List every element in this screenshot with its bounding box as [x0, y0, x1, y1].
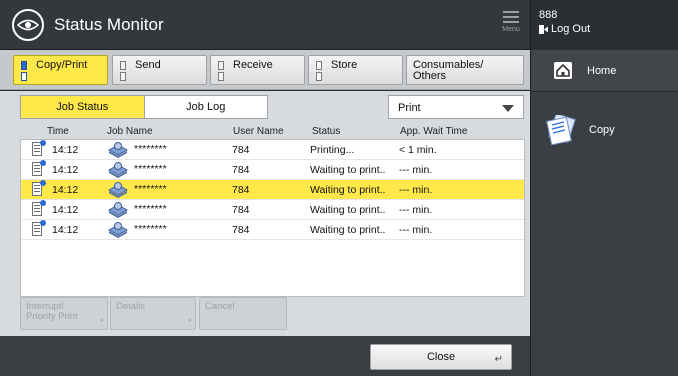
user-id: 888 — [539, 9, 558, 21]
tab-store[interactable]: Store — [308, 55, 403, 85]
tab-consumables-others[interactable]: Consumables/ Others — [406, 55, 524, 85]
row-time: 14:12 — [52, 204, 79, 216]
row-user-name: 784 — [232, 204, 250, 216]
close-button[interactable]: Close ↵ — [370, 344, 512, 370]
tab-job-status[interactable]: Job Status — [21, 96, 144, 118]
row-user-name: 784 — [232, 224, 250, 236]
table-row-selected[interactable]: 14:12 ******** 784 Waiting to print.. --… — [21, 180, 524, 200]
menu-button[interactable]: Menu — [496, 8, 526, 42]
row-status: Waiting to print.. — [310, 224, 386, 236]
category-tabs: Copy/Print Send Receive Store Consumable… — [0, 50, 530, 90]
home-button[interactable]: Home — [531, 50, 678, 92]
menu-label: Menu — [502, 26, 520, 33]
row-user-name: 784 — [232, 144, 250, 156]
row-time: 14:12 — [52, 184, 79, 196]
print-job-icon — [32, 140, 46, 157]
print-job-icon — [32, 160, 46, 177]
tab-label: Store — [331, 59, 358, 71]
job-table: 14:12 ******** 784 Printing... < 1 min. … — [20, 139, 525, 297]
table-header: Time Job Name User Name Status App. Wait… — [20, 124, 525, 139]
view-tabs: Job Status Job Log — [20, 95, 268, 119]
tab-copy-print[interactable]: Copy/Print — [13, 55, 108, 85]
table-row[interactable]: 14:12 ******** 784 Waiting to print.. --… — [21, 160, 524, 180]
row-status: Waiting to print.. — [310, 184, 386, 196]
sidebar: 888 Log Out Home Copy — [530, 0, 678, 376]
user-job-icon — [108, 222, 128, 238]
enter-arrow-icon: ↵ — [494, 354, 503, 365]
status-indicator-icon — [21, 61, 27, 81]
user-job-icon — [108, 142, 128, 158]
more-arrow-icon: ▸ — [188, 317, 192, 324]
column-time: Time — [47, 126, 69, 137]
row-wait-time: --- min. — [399, 184, 433, 196]
tab-label: Copy/Print — [36, 59, 88, 71]
tab-job-log[interactable]: Job Log — [143, 96, 267, 118]
logout-button[interactable]: Log Out — [539, 23, 590, 35]
status-indicator-icon — [316, 61, 322, 81]
column-job-name: Job Name — [107, 126, 153, 137]
row-job-name: ******** — [134, 163, 167, 175]
print-job-icon — [32, 220, 46, 237]
user-job-icon — [108, 202, 128, 218]
tab-label: Send — [135, 59, 161, 71]
row-time: 14:12 — [52, 144, 79, 156]
tab-receive[interactable]: Receive — [210, 55, 305, 85]
row-job-name: ******** — [134, 203, 167, 215]
row-wait-time: --- min. — [399, 224, 433, 236]
table-row[interactable]: 14:12 ******** 784 Waiting to print.. --… — [21, 200, 524, 220]
copy-icon — [546, 112, 576, 146]
row-wait-time: --- min. — [399, 164, 433, 176]
status-indicator-icon — [218, 61, 224, 81]
user-job-icon — [108, 162, 128, 178]
dropdown-value: Print — [398, 102, 421, 114]
chevron-down-icon — [502, 105, 514, 112]
print-job-icon — [32, 180, 46, 197]
row-wait-time: --- min. — [399, 204, 433, 216]
row-wait-time: < 1 min. — [399, 144, 437, 156]
user-job-icon — [108, 182, 128, 198]
cancel-button[interactable]: Cancel — [199, 297, 287, 330]
tab-send[interactable]: Send — [112, 55, 207, 85]
column-user-name: User Name — [233, 126, 284, 137]
row-time: 14:12 — [52, 224, 79, 236]
table-row[interactable]: 14:12 ******** 784 Waiting to print.. --… — [21, 220, 524, 240]
row-job-name: ******** — [134, 223, 167, 235]
job-type-dropdown[interactable]: Print — [388, 95, 524, 119]
details-button[interactable]: Details ▸ — [110, 297, 196, 330]
interrupt-priority-print-button[interactable]: Interrupt/ Priority Print ▸ — [20, 297, 108, 330]
hamburger-icon — [503, 11, 519, 23]
user-info: 888 Log Out — [531, 0, 678, 50]
job-panel: Job Status Job Log Print Time Job Name U… — [0, 91, 530, 336]
home-icon — [554, 62, 572, 79]
row-status: Waiting to print.. — [310, 164, 386, 176]
logout-icon — [539, 24, 548, 34]
row-status: Waiting to print.. — [310, 204, 386, 216]
table-row[interactable]: 14:12 ******** 784 Printing... < 1 min. — [21, 140, 524, 160]
more-arrow-icon: ▸ — [100, 317, 104, 324]
row-job-name: ******** — [134, 143, 167, 155]
copy-app-button[interactable]: Copy — [546, 112, 676, 149]
tab-label: Receive — [233, 59, 273, 71]
column-wait-time: App. Wait Time — [400, 126, 468, 137]
print-job-icon — [32, 200, 46, 217]
row-user-name: 784 — [232, 184, 250, 196]
row-status: Printing... — [310, 144, 355, 156]
row-user-name: 784 — [232, 164, 250, 176]
page-title: Status Monitor — [54, 15, 164, 34]
title-bar: Status Monitor Menu — [0, 0, 530, 50]
column-status: Status — [312, 126, 341, 137]
status-monitor-logo-icon — [12, 9, 44, 41]
row-job-name: ******** — [134, 183, 167, 195]
tab-label: Consumables/ Others — [413, 59, 484, 82]
status-indicator-icon — [120, 61, 126, 81]
row-time: 14:12 — [52, 164, 79, 176]
bottom-bar: Close ↵ — [0, 336, 530, 376]
